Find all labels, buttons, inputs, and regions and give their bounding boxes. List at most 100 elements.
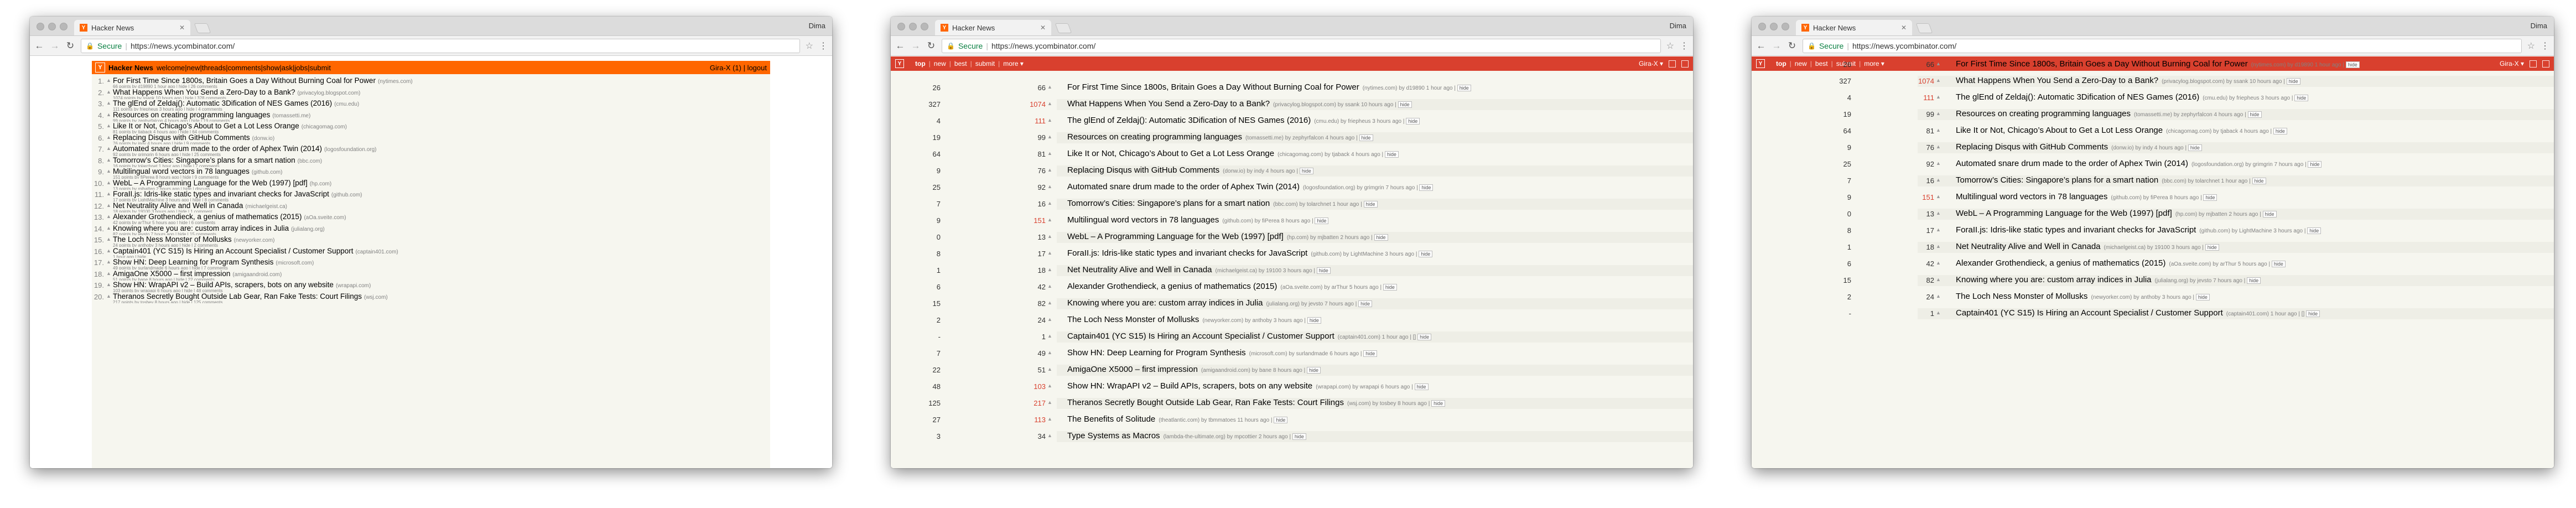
minimize-window-button[interactable]: [909, 23, 917, 30]
upvote-arrow-icon[interactable]: ▲: [106, 248, 111, 253]
address-bar[interactable]: 🔒 Secure | https://news.ycombinator.com/: [1803, 38, 2522, 53]
site-title[interactable]: Hacker News: [108, 64, 153, 72]
upvote-arrow-icon[interactable]: ▲: [106, 214, 111, 219]
upvote-arrow-icon[interactable]: ▲: [1936, 144, 1941, 149]
bookmark-star-icon[interactable]: ☆: [806, 40, 813, 51]
nav-item-2[interactable]: best: [951, 60, 970, 68]
comment-count[interactable]: 25: [1829, 160, 1851, 168]
upvote-arrow-icon[interactable]: ▲: [106, 100, 111, 106]
nav-item-3[interactable]: submit: [972, 60, 998, 68]
hide-button[interactable]: hide: [2262, 211, 2277, 217]
minimize-window-button[interactable]: [48, 23, 56, 30]
upvote-arrow-icon[interactable]: ▲: [106, 180, 111, 185]
hide-button[interactable]: hide: [2195, 294, 2210, 300]
story-link[interactable]: ForaII.js: Idris-like static types and i…: [1956, 225, 2196, 235]
hide-button[interactable]: hide: [1292, 433, 1306, 440]
story-link[interactable]: Captain401 (YC S15) Is Hiring an Account…: [1067, 331, 1334, 341]
upvote-arrow-icon[interactable]: ▲: [106, 191, 111, 196]
hide-button[interactable]: hide: [2306, 310, 2320, 317]
hide-button[interactable]: hide: [1274, 417, 1288, 423]
story-link[interactable]: Net Neutrality Alive and Well in Canada: [1067, 265, 1212, 274]
comment-count[interactable]: 7: [1829, 177, 1851, 185]
comment-count[interactable]: 9: [1829, 193, 1851, 201]
reload-icon[interactable]: ↻: [1787, 40, 1797, 51]
hide-button[interactable]: hide: [2247, 111, 2262, 118]
story-site[interactable]: (hp.com): [310, 181, 331, 187]
upvote-arrow-icon[interactable]: ▲: [106, 89, 111, 95]
upvote-arrow-icon[interactable]: ▲: [1936, 94, 1941, 100]
story-link[interactable]: Show HN: Deep Learning for Program Synth…: [113, 258, 273, 266]
hide-button[interactable]: hide: [1359, 134, 1373, 141]
story-site[interactable]: (cmu.edu): [334, 101, 359, 107]
nav-link-0[interactable]: welcome: [157, 64, 185, 72]
zoom-window-button[interactable]: [921, 23, 928, 30]
nav-item-4[interactable]: more ▾: [1000, 60, 1027, 68]
upvote-arrow-icon[interactable]: ▲: [1047, 350, 1052, 355]
story-link[interactable]: Automated snare drum made to the order o…: [1067, 182, 1300, 191]
comment-count[interactable]: 26: [918, 84, 941, 92]
comment-count[interactable]: 22: [918, 366, 941, 374]
upvote-arrow-icon[interactable]: ▲: [1936, 127, 1941, 133]
story-link[interactable]: What Happens When You Send a Zero-Day to…: [1067, 99, 1270, 108]
zoom-window-button[interactable]: [1782, 23, 1789, 30]
story-site[interactable]: (wsj.com): [364, 294, 388, 300]
hide-button[interactable]: hide: [1316, 267, 1331, 274]
upvote-arrow-icon[interactable]: ▲: [1936, 227, 1941, 232]
story-link[interactable]: Theranos Secretly Bought Outside Lab Gea…: [1067, 398, 1344, 407]
story-link[interactable]: Resources on creating programming langua…: [113, 111, 270, 119]
forward-arrow-icon[interactable]: →: [911, 40, 921, 51]
nav-link-5[interactable]: ask: [282, 64, 293, 72]
story-site[interactable]: (michaelgeist.ca): [245, 204, 287, 210]
comment-count[interactable]: 1: [918, 266, 941, 274]
story-link[interactable]: Multilingual word vectors in 78 language…: [1956, 192, 2107, 201]
hide-button[interactable]: hide: [1374, 234, 1388, 241]
upvote-arrow-icon[interactable]: ▲: [1936, 194, 1941, 199]
upvote-arrow-icon[interactable]: ▲: [106, 123, 111, 128]
upvote-arrow-icon[interactable]: ▲: [1047, 416, 1052, 422]
story-site[interactable]: (julialang.org): [291, 226, 325, 232]
hide-button[interactable]: hide: [2252, 178, 2266, 184]
hide-button[interactable]: hide: [2188, 144, 2202, 151]
story-link[interactable]: Show HN: WrapAPI v2 – Build APIs, scrape…: [113, 281, 334, 289]
story-site[interactable]: (github.com): [331, 192, 362, 198]
story-link[interactable]: WebL – A Programming Language for the We…: [113, 179, 308, 187]
upvote-arrow-icon[interactable]: ▲: [106, 203, 111, 208]
story-site[interactable]: (amigaandroid.com): [232, 272, 282, 278]
y-logo-icon[interactable]: Y: [895, 59, 904, 68]
story-link[interactable]: Alexander Grothendieck, a genius of math…: [1067, 282, 1277, 291]
comment-count[interactable]: 19: [1829, 110, 1851, 118]
story-link[interactable]: Net Neutrality Alive and Well in Canada: [113, 201, 243, 210]
upvote-arrow-icon[interactable]: ▲: [106, 293, 111, 299]
story-link[interactable]: Show HN: WrapAPI v2 – Build APIs, scrape…: [1067, 381, 1312, 391]
upvote-arrow-icon[interactable]: ▲: [106, 112, 111, 117]
comment-count[interactable]: 2: [918, 316, 941, 324]
bookmark-star-icon[interactable]: ☆: [2527, 40, 2535, 51]
hide-button[interactable]: hide: [2345, 61, 2360, 68]
comment-count[interactable]: 327: [1829, 77, 1851, 85]
story-link[interactable]: For First Time Since 1800s, Britain Goes…: [113, 76, 376, 85]
comment-count[interactable]: 125: [918, 399, 941, 407]
story-link[interactable]: Like It or Not, Chicago’s About to Get a…: [113, 122, 299, 130]
comment-count[interactable]: 19: [918, 133, 941, 142]
hide-button[interactable]: hide: [2273, 128, 2287, 134]
nav-link-7[interactable]: submit: [310, 64, 331, 72]
story-link[interactable]: Alexander Grothendieck, a genius of math…: [1956, 258, 2165, 268]
comment-count[interactable]: 6: [1829, 260, 1851, 268]
kebab-menu-icon[interactable]: ⋮: [1680, 40, 1689, 51]
kebab-menu-icon[interactable]: ⋮: [819, 40, 828, 51]
upvote-arrow-icon[interactable]: ▲: [1047, 317, 1052, 322]
browser-tab[interactable]: Y Hacker News ✕: [1796, 20, 1912, 35]
hide-button[interactable]: hide: [1398, 101, 1412, 108]
story-site[interactable]: (nytimes.com): [378, 79, 413, 85]
comment-count[interactable]: 2: [1829, 293, 1851, 301]
reload-icon[interactable]: ↻: [926, 40, 936, 51]
nav-item-0[interactable]: top: [912, 60, 929, 68]
new-tab-button[interactable]: [1915, 23, 1933, 33]
comment-count[interactable]: 9: [918, 216, 941, 225]
upvote-arrow-icon[interactable]: ▲: [106, 236, 111, 242]
story-link[interactable]: Knowing where you are: custom array indi…: [113, 224, 289, 232]
story-site[interactable]: (github.com): [252, 169, 283, 175]
hide-button[interactable]: hide: [2308, 161, 2322, 168]
browser-tab[interactable]: Y Hacker News ✕: [935, 20, 1051, 35]
story-site[interactable]: (wrapapi.com): [336, 283, 371, 289]
